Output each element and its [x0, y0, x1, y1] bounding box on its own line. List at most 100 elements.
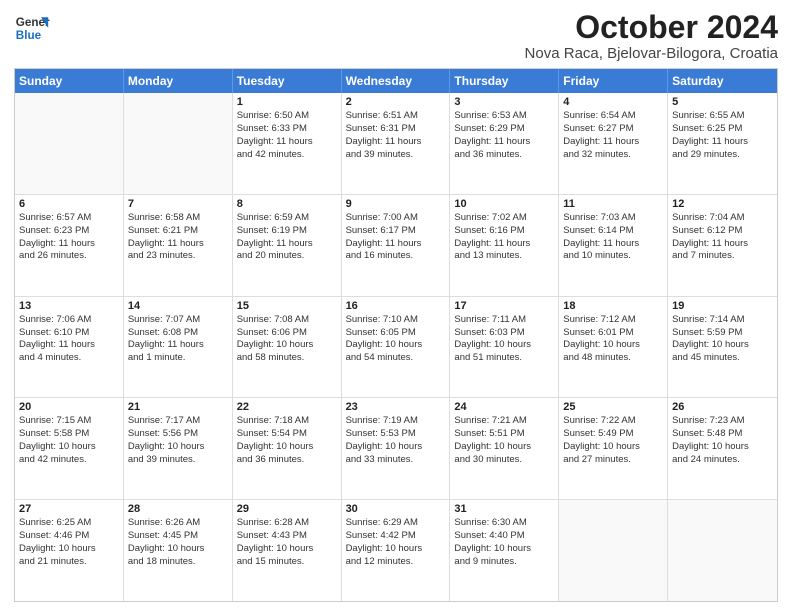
- week-row-2: 6Sunrise: 6:57 AMSunset: 6:23 PMDaylight…: [15, 195, 777, 297]
- cell-info-line: Sunset: 6:06 PM: [237, 327, 337, 340]
- location-title: Nova Raca, Bjelovar-Bilogora, Croatia: [525, 45, 778, 62]
- day-number: 16: [346, 300, 446, 312]
- cal-cell: [559, 500, 668, 601]
- cell-info-line: Sunset: 6:23 PM: [19, 225, 119, 238]
- cell-info-line: Sunset: 6:19 PM: [237, 225, 337, 238]
- cell-info-line: Daylight: 10 hours: [563, 441, 663, 454]
- cell-info-line: Sunrise: 6:25 AM: [19, 517, 119, 530]
- cell-info-line: Sunrise: 6:28 AM: [237, 517, 337, 530]
- cal-cell: 25Sunrise: 7:22 AMSunset: 5:49 PMDayligh…: [559, 398, 668, 499]
- cell-info-line: Sunrise: 6:59 AM: [237, 212, 337, 225]
- cell-info-line: Sunrise: 6:29 AM: [346, 517, 446, 530]
- day-number: 13: [19, 300, 119, 312]
- cell-info-line: Sunrise: 6:30 AM: [454, 517, 554, 530]
- cell-info-line: Daylight: 11 hours: [454, 136, 554, 149]
- cal-cell: 8Sunrise: 6:59 AMSunset: 6:19 PMDaylight…: [233, 195, 342, 296]
- cell-info-line: Daylight: 10 hours: [454, 339, 554, 352]
- cell-info-line: Sunset: 5:59 PM: [672, 327, 773, 340]
- cell-info-line: and 15 minutes.: [237, 556, 337, 569]
- cell-info-line: Sunset: 5:58 PM: [19, 428, 119, 441]
- cell-info-line: and 23 minutes.: [128, 250, 228, 263]
- cell-info-line: Sunrise: 7:14 AM: [672, 314, 773, 327]
- header-cell-wednesday: Wednesday: [342, 69, 451, 93]
- cell-info-line: Sunset: 6:12 PM: [672, 225, 773, 238]
- cal-cell: 20Sunrise: 7:15 AMSunset: 5:58 PMDayligh…: [15, 398, 124, 499]
- cell-info-line: Sunset: 6:03 PM: [454, 327, 554, 340]
- cell-info-line: Daylight: 10 hours: [672, 339, 773, 352]
- cell-info-line: Daylight: 10 hours: [346, 339, 446, 352]
- logo-icon: General Blue: [14, 10, 50, 46]
- calendar-header: SundayMondayTuesdayWednesdayThursdayFrid…: [15, 69, 777, 93]
- cell-info-line: and 39 minutes.: [346, 149, 446, 162]
- day-number: 11: [563, 198, 663, 210]
- cell-info-line: Sunset: 6:31 PM: [346, 123, 446, 136]
- cal-cell: 23Sunrise: 7:19 AMSunset: 5:53 PMDayligh…: [342, 398, 451, 499]
- cell-info-line: Sunrise: 7:06 AM: [19, 314, 119, 327]
- cell-info-line: Sunrise: 6:57 AM: [19, 212, 119, 225]
- cell-info-line: Sunrise: 6:55 AM: [672, 110, 773, 123]
- cell-info-line: and 39 minutes.: [128, 454, 228, 467]
- day-number: 19: [672, 300, 773, 312]
- cell-info-line: Daylight: 11 hours: [128, 339, 228, 352]
- header-cell-thursday: Thursday: [450, 69, 559, 93]
- cal-cell: [668, 500, 777, 601]
- day-number: 22: [237, 401, 337, 413]
- cal-cell: 1Sunrise: 6:50 AMSunset: 6:33 PMDaylight…: [233, 93, 342, 194]
- day-number: 9: [346, 198, 446, 210]
- cell-info-line: and 24 minutes.: [672, 454, 773, 467]
- cell-info-line: and 54 minutes.: [346, 352, 446, 365]
- cal-cell: 13Sunrise: 7:06 AMSunset: 6:10 PMDayligh…: [15, 297, 124, 398]
- cal-cell: 11Sunrise: 7:03 AMSunset: 6:14 PMDayligh…: [559, 195, 668, 296]
- cell-info-line: Daylight: 10 hours: [563, 339, 663, 352]
- cell-info-line: Daylight: 10 hours: [454, 543, 554, 556]
- cell-info-line: and 27 minutes.: [563, 454, 663, 467]
- logo: General Blue: [14, 10, 50, 46]
- cell-info-line: Sunrise: 6:58 AM: [128, 212, 228, 225]
- cal-cell: 21Sunrise: 7:17 AMSunset: 5:56 PMDayligh…: [124, 398, 233, 499]
- cell-info-line: and 4 minutes.: [19, 352, 119, 365]
- cell-info-line: and 9 minutes.: [454, 556, 554, 569]
- cell-info-line: and 32 minutes.: [563, 149, 663, 162]
- cell-info-line: Sunrise: 7:04 AM: [672, 212, 773, 225]
- day-number: 28: [128, 503, 228, 515]
- cell-info-line: Sunset: 6:08 PM: [128, 327, 228, 340]
- cell-info-line: Sunrise: 7:12 AM: [563, 314, 663, 327]
- cell-info-line: Sunrise: 6:51 AM: [346, 110, 446, 123]
- cell-info-line: Sunset: 5:51 PM: [454, 428, 554, 441]
- cell-info-line: Daylight: 10 hours: [672, 441, 773, 454]
- cell-info-line: Sunset: 6:16 PM: [454, 225, 554, 238]
- day-number: 5: [672, 96, 773, 108]
- day-number: 14: [128, 300, 228, 312]
- cell-info-line: Daylight: 11 hours: [237, 238, 337, 251]
- cell-info-line: Sunset: 5:48 PM: [672, 428, 773, 441]
- cal-cell: 17Sunrise: 7:11 AMSunset: 6:03 PMDayligh…: [450, 297, 559, 398]
- cell-info-line: Sunrise: 6:54 AM: [563, 110, 663, 123]
- cell-info-line: Sunset: 6:29 PM: [454, 123, 554, 136]
- day-number: 18: [563, 300, 663, 312]
- cell-info-line: Daylight: 10 hours: [346, 441, 446, 454]
- cell-info-line: and 36 minutes.: [237, 454, 337, 467]
- cal-cell: 27Sunrise: 6:25 AMSunset: 4:46 PMDayligh…: [15, 500, 124, 601]
- cal-cell: 22Sunrise: 7:18 AMSunset: 5:54 PMDayligh…: [233, 398, 342, 499]
- cell-info-line: Sunrise: 7:17 AM: [128, 415, 228, 428]
- cell-info-line: Daylight: 10 hours: [237, 543, 337, 556]
- day-number: 20: [19, 401, 119, 413]
- cal-cell: 9Sunrise: 7:00 AMSunset: 6:17 PMDaylight…: [342, 195, 451, 296]
- cal-cell: 12Sunrise: 7:04 AMSunset: 6:12 PMDayligh…: [668, 195, 777, 296]
- cell-info-line: Daylight: 11 hours: [19, 238, 119, 251]
- cell-info-line: and 26 minutes.: [19, 250, 119, 263]
- header-cell-tuesday: Tuesday: [233, 69, 342, 93]
- cell-info-line: Sunrise: 7:00 AM: [346, 212, 446, 225]
- cell-info-line: and 10 minutes.: [563, 250, 663, 263]
- day-number: 26: [672, 401, 773, 413]
- header-cell-friday: Friday: [559, 69, 668, 93]
- cell-info-line: Daylight: 11 hours: [19, 339, 119, 352]
- cell-info-line: Sunset: 5:56 PM: [128, 428, 228, 441]
- cell-info-line: and 58 minutes.: [237, 352, 337, 365]
- cell-info-line: Sunset: 6:25 PM: [672, 123, 773, 136]
- cal-cell: 15Sunrise: 7:08 AMSunset: 6:06 PMDayligh…: [233, 297, 342, 398]
- cal-cell: 2Sunrise: 6:51 AMSunset: 6:31 PMDaylight…: [342, 93, 451, 194]
- cell-info-line: Sunset: 5:53 PM: [346, 428, 446, 441]
- cell-info-line: and 29 minutes.: [672, 149, 773, 162]
- cell-info-line: Daylight: 10 hours: [19, 441, 119, 454]
